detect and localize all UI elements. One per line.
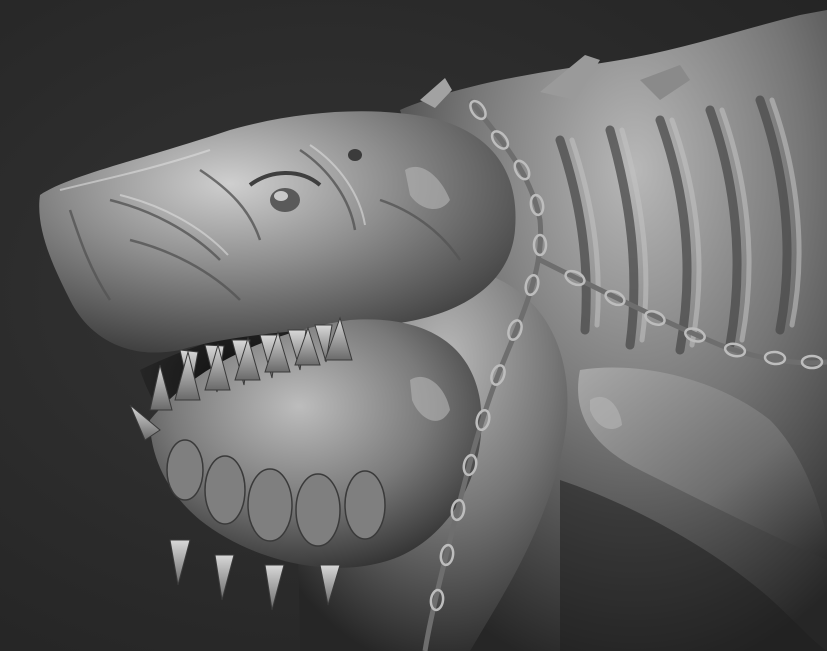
creature-sculpt [39, 10, 827, 651]
nostril [348, 149, 362, 161]
eye-highlight [274, 191, 288, 201]
sculpt-render-viewport [0, 0, 827, 651]
